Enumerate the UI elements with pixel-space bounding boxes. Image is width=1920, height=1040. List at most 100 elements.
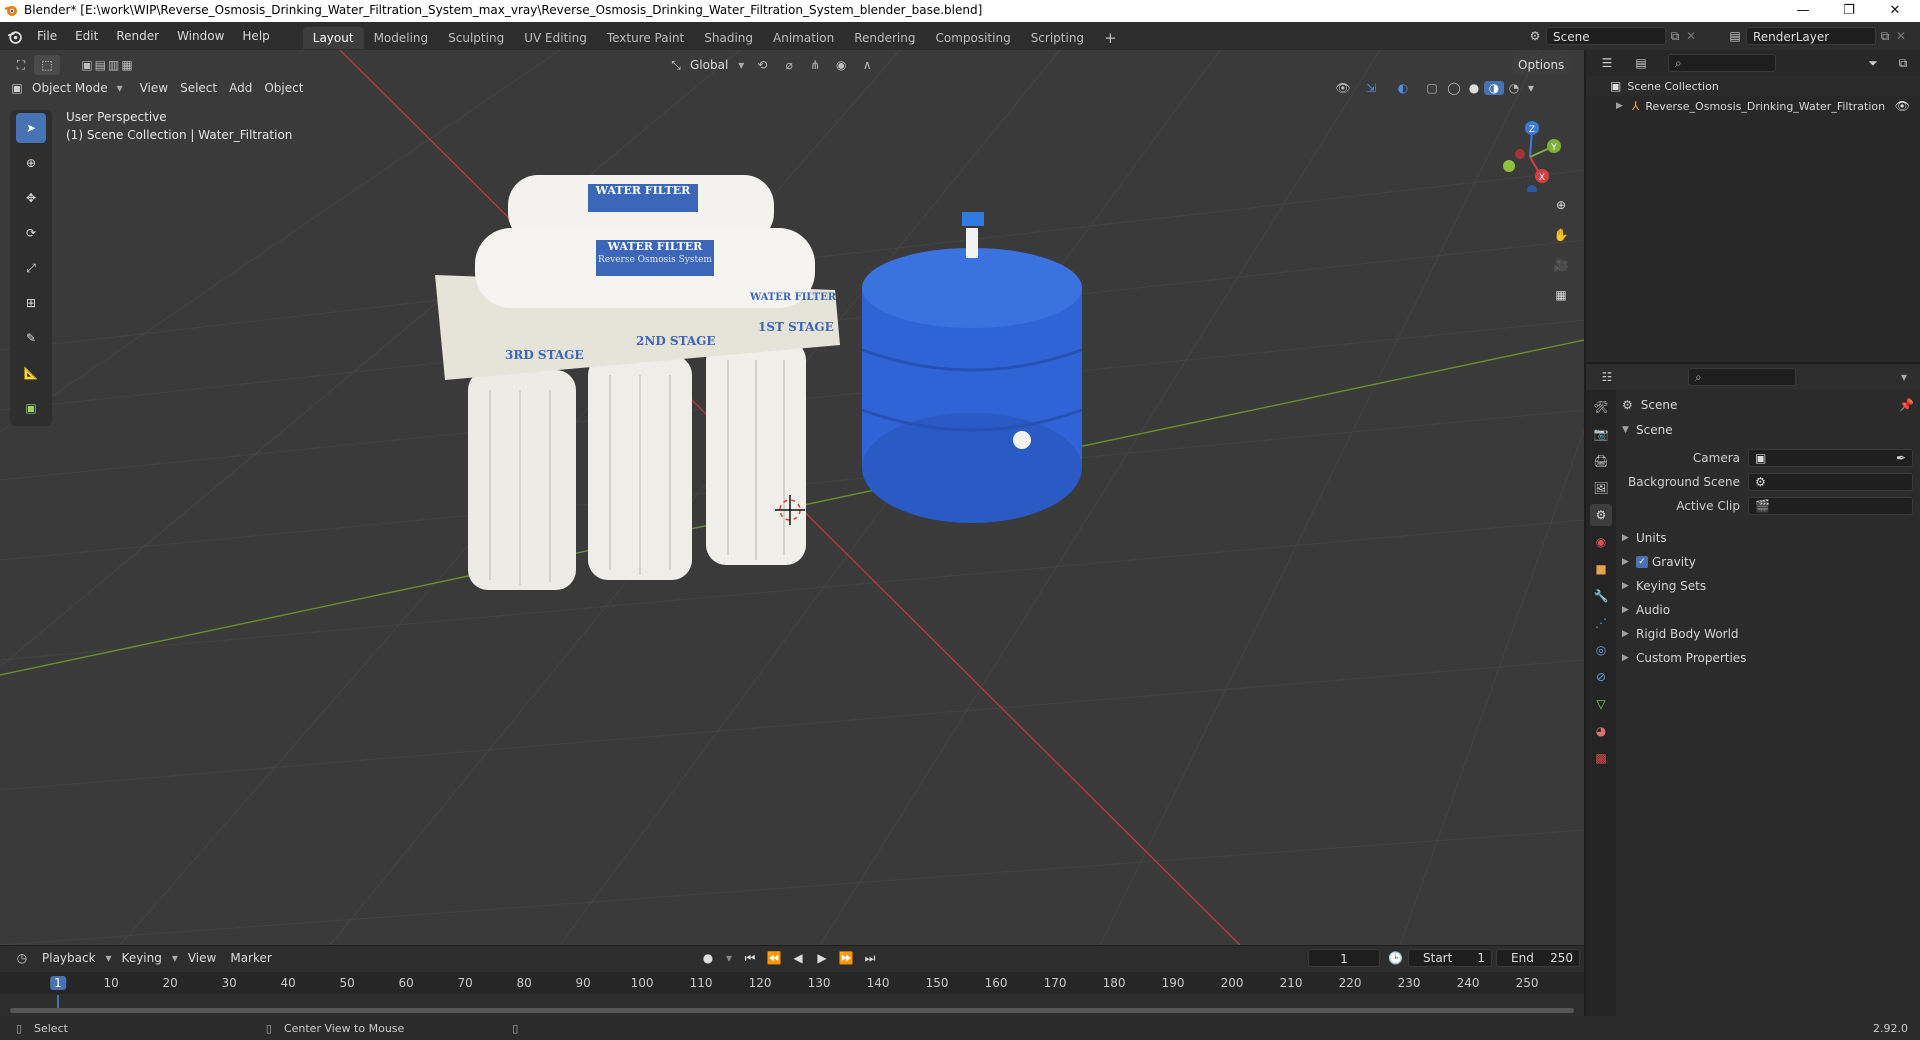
solid-shading-icon[interactable]: ● — [1464, 81, 1484, 95]
outliner-search-input[interactable]: ⌕ — [1668, 54, 1776, 72]
close-window-button[interactable]: ✕ — [1872, 0, 1918, 22]
chevron-down-icon[interactable]: ▾ — [734, 58, 748, 72]
keying-sets-section[interactable]: ▶ Keying Sets — [1622, 574, 1914, 598]
constraints-tab-icon[interactable]: ⊘ — [1590, 666, 1612, 688]
workspace-tab-uv-editing[interactable]: UV Editing — [514, 27, 597, 49]
editor-type-icon[interactable]: ⛶ — [8, 58, 34, 73]
active-clip-field[interactable]: 🎬 — [1748, 497, 1913, 515]
select-menu[interactable]: Select — [174, 78, 223, 98]
pan-button[interactable]: ✋ — [1548, 222, 1574, 248]
close-layer-icon[interactable]: ✕ — [1894, 29, 1908, 43]
move-tool[interactable]: ✥ — [16, 183, 46, 213]
units-section[interactable]: ▶ Units — [1622, 526, 1914, 550]
wireframe-shading-icon[interactable]: ◯ — [1444, 81, 1464, 95]
background-scene-field[interactable]: ⚙ — [1748, 473, 1913, 491]
camera-view-button[interactable]: 🎥 — [1548, 252, 1574, 278]
add-menu[interactable]: Add — [223, 78, 258, 98]
snap-target-icon[interactable]: ⋔ — [802, 58, 828, 72]
scale-tool[interactable]: ⤢ — [16, 253, 46, 283]
renderlayer-name-field[interactable]: RenderLayer — [1746, 27, 1876, 45]
options-dropdown[interactable]: Options — [1512, 55, 1571, 75]
timeline-scrollbar[interactable] — [10, 1008, 1574, 1013]
gizmo-toggle-icon[interactable]: ⇲ — [1356, 81, 1386, 95]
cursor-tool[interactable]: ⊕ — [16, 148, 46, 178]
transform-tool[interactable]: ⊞ — [16, 288, 46, 318]
visibility-icon[interactable]: 👁 — [1330, 81, 1356, 95]
workspace-tab-modeling[interactable]: Modeling — [364, 27, 439, 49]
add-cube-tool[interactable]: ▣ — [16, 393, 46, 423]
eye-icon[interactable]: 👁 — [1895, 99, 1910, 113]
data-tab-icon[interactable]: ▽ — [1590, 693, 1612, 715]
eyedropper-icon[interactable]: ✒ — [1896, 449, 1906, 467]
annotate-tool[interactable]: ✎ — [16, 323, 46, 353]
selection-mode-icons[interactable]: ▣▤▥▦ — [60, 58, 156, 72]
particles-tab-icon[interactable]: ⋰ — [1590, 612, 1612, 634]
select-box-tool-icon[interactable]: ⬚ — [34, 55, 60, 75]
proportional-edit-icon[interactable]: ◉ — [828, 58, 854, 72]
view-layer-tab-icon[interactable]: 🖼 — [1590, 477, 1612, 499]
workspace-tab-layout[interactable]: Layout — [302, 26, 364, 49]
camera-field[interactable]: ▣ ✒ — [1748, 449, 1913, 467]
object-mode-dropdown[interactable]: Object Mode — [26, 78, 114, 98]
ortho-toggle-button[interactable]: ▦ — [1548, 282, 1574, 308]
object-menu[interactable]: Object — [258, 78, 309, 98]
rendered-shading-icon[interactable]: ◔ — [1504, 81, 1524, 95]
properties-search-input[interactable]: ⌕ — [1688, 368, 1796, 386]
outliner-editor-icon[interactable]: ☰ — [1594, 56, 1620, 70]
material-shading-icon[interactable]: ◑ — [1484, 81, 1504, 95]
minimize-button[interactable]: — — [1780, 0, 1826, 22]
scene-tab-icon[interactable]: ⚙ — [1590, 504, 1612, 526]
workspace-tab-compositing[interactable]: Compositing — [925, 27, 1020, 49]
rigid-body-world-section[interactable]: ▶ Rigid Body World — [1622, 622, 1914, 646]
scene-name-field[interactable]: Scene — [1546, 27, 1666, 45]
menu-edit[interactable]: Edit — [66, 22, 107, 50]
zoom-button[interactable]: ⊕ — [1548, 192, 1574, 218]
copy-icon[interactable]: ⧉ — [1666, 29, 1684, 44]
output-tab-icon[interactable]: 🖨 — [1590, 450, 1612, 472]
scene-selector[interactable]: ⚙ Scene ⧉ ✕ — [1524, 27, 1698, 45]
xray-icon[interactable]: ▢ — [1420, 81, 1444, 95]
menu-render[interactable]: Render — [107, 22, 168, 50]
transform-orientation-dropdown[interactable]: Global — [684, 55, 734, 75]
audio-section[interactable]: ▶ Audio — [1622, 598, 1914, 622]
close-scene-icon[interactable]: ✕ — [1684, 29, 1698, 43]
workspace-tab-sculpting[interactable]: Sculpting — [438, 27, 514, 49]
modifier-tab-icon[interactable]: 🔧 — [1590, 585, 1612, 607]
material-tab-icon[interactable]: ◕ — [1590, 720, 1612, 742]
workspace-tab-texture-paint[interactable]: Texture Paint — [597, 27, 694, 49]
world-tab-icon[interactable]: ◉ — [1590, 531, 1612, 553]
rotate-tool[interactable]: ⟳ — [16, 218, 46, 248]
menu-help[interactable]: Help — [233, 22, 278, 50]
filter-icon[interactable]: ⏷ — [1860, 56, 1886, 71]
properties-options-icon[interactable]: ▾ — [1896, 370, 1912, 384]
maximize-button[interactable]: ❐ — [1826, 0, 1872, 22]
add-workspace-button[interactable]: + — [1094, 27, 1127, 49]
copy-layer-icon[interactable]: ⧉ — [1876, 29, 1894, 44]
workspace-tab-shading[interactable]: Shading — [694, 27, 763, 49]
pin-icon[interactable]: 📌 — [1899, 398, 1914, 412]
gravity-section[interactable]: ▶ ✓ Gravity — [1622, 550, 1914, 574]
texture-tab-icon[interactable]: ▩ — [1590, 747, 1612, 769]
menu-window[interactable]: Window — [168, 22, 233, 50]
scene-panel-header[interactable]: ▼ Scene — [1622, 418, 1914, 442]
render-tab-icon[interactable]: 📷 — [1590, 423, 1612, 445]
navigation-gizmo[interactable]: Z Y X — [1490, 112, 1570, 192]
select-tool[interactable]: ➤ — [16, 113, 46, 143]
tool-tab-icon[interactable]: 🛠 — [1590, 396, 1612, 418]
outliner-item[interactable]: ▶ ⅄ Reverse_Osmosis_Drinking_Water_Filtr… — [1586, 96, 1920, 116]
measure-tool[interactable]: 📐 — [16, 358, 46, 388]
new-collection-icon[interactable]: ⧉ — [1894, 56, 1912, 71]
menu-file[interactable]: File — [28, 22, 66, 50]
physics-tab-icon[interactable]: ◎ — [1590, 639, 1612, 661]
workspace-tab-animation[interactable]: Animation — [763, 27, 844, 49]
blender-menu-icon[interactable] — [0, 22, 28, 50]
workspace-tab-rendering[interactable]: Rendering — [844, 27, 925, 49]
workspace-tab-scripting[interactable]: Scripting — [1021, 27, 1094, 49]
overlay-toggle-icon[interactable]: ◐ — [1386, 81, 1420, 95]
expand-icon[interactable]: ▶ — [1616, 101, 1626, 111]
display-mode-icon[interactable]: ▤ — [1628, 56, 1654, 70]
snap-icon[interactable]: ⌀ — [776, 58, 802, 72]
custom-properties-section[interactable]: ▶ Custom Properties — [1622, 646, 1914, 670]
outliner-root-row[interactable]: ▣ Scene Collection — [1586, 76, 1920, 96]
renderlayer-selector[interactable]: ▤ RenderLayer ⧉ ✕ — [1724, 27, 1908, 45]
